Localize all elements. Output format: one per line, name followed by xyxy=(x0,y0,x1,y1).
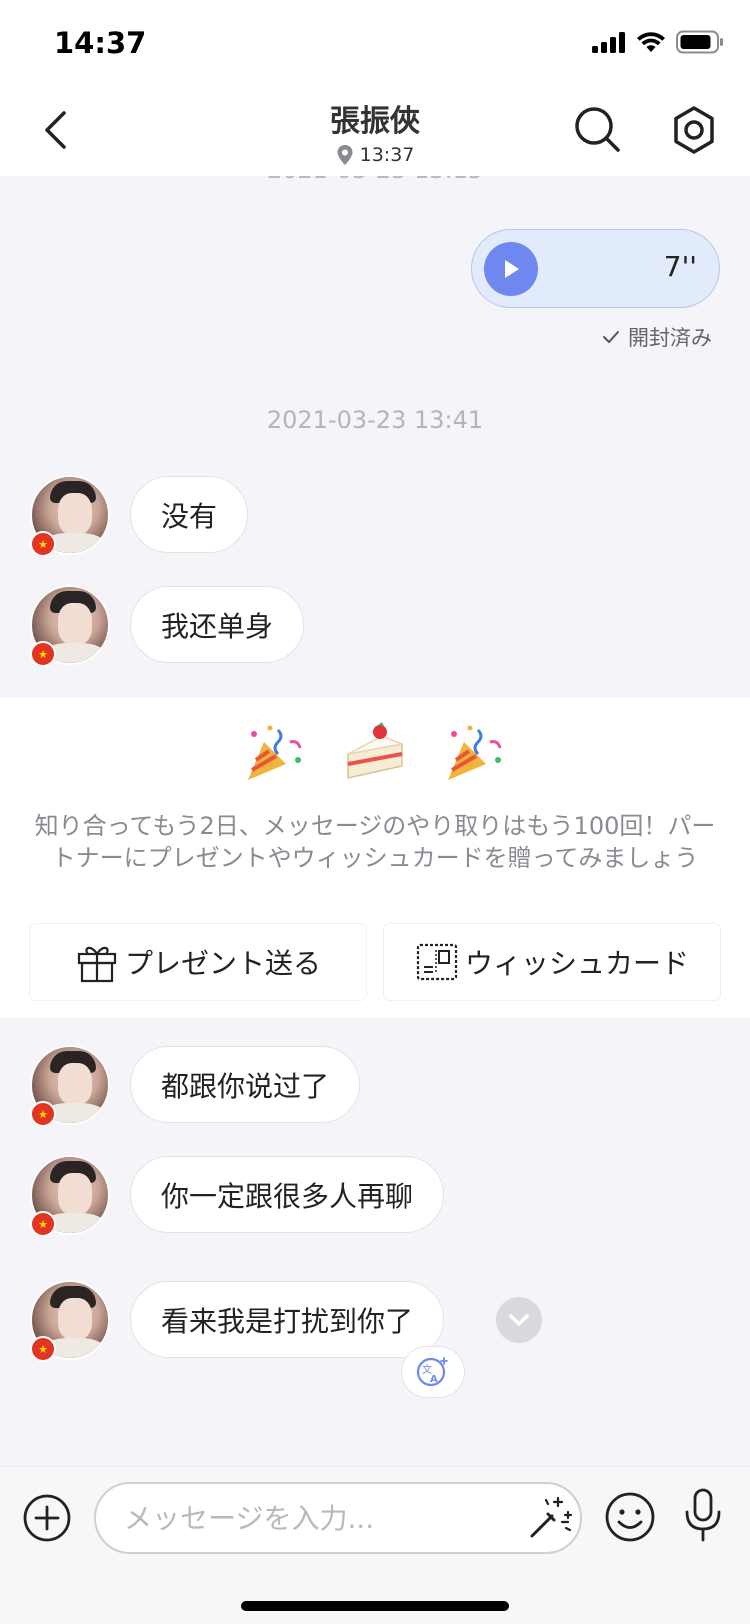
magic-wand-button[interactable] xyxy=(526,1494,574,1542)
translate-icon: 文 A xyxy=(416,1357,448,1387)
message-bubble[interactable]: 看来我是打扰到你了 xyxy=(130,1281,445,1358)
china-flag-icon: ★ xyxy=(30,531,56,557)
plus-circle-icon xyxy=(23,1494,71,1542)
voice-input-button[interactable] xyxy=(678,1487,728,1543)
celebration-message: 知り合ってもう2日、メッセージのやり取りはもう100回！パートナーにプレゼントや… xyxy=(34,812,716,872)
search-icon xyxy=(575,107,620,152)
message-input[interactable] xyxy=(124,1484,504,1552)
party-popper-icon xyxy=(248,725,302,780)
message-input-box[interactable] xyxy=(94,1482,582,1554)
wish-card-label: ウィッシュカード xyxy=(464,947,689,980)
chat-area[interactable]: 2021-03-23 13:15 7'' 開封済み 2021-03-23 13:… xyxy=(0,176,750,1466)
add-attachment-button[interactable] xyxy=(22,1493,72,1543)
message-bubble[interactable]: 没有 xyxy=(130,476,249,553)
home-indicator xyxy=(241,1601,509,1611)
local-time-text: 13:37 xyxy=(359,144,415,166)
status-icons xyxy=(592,30,724,54)
battery-icon xyxy=(676,30,723,54)
status-time: 14:37 xyxy=(54,26,147,60)
message-bubble[interactable]: 我还单身 xyxy=(130,586,305,663)
celebration-card: 知り合ってもう2日、メッセージのやり取りはもう100回！パートナーにプレゼントや… xyxy=(0,698,750,1018)
search-button[interactable] xyxy=(572,104,624,156)
nav-bar: 張振俠 13:37 xyxy=(0,88,750,176)
smiley-icon xyxy=(605,1492,655,1542)
status-bar: 14:37 xyxy=(0,0,750,88)
wifi-icon xyxy=(637,32,665,52)
chevron-down-icon xyxy=(509,1314,529,1326)
emoji-button[interactable] xyxy=(604,1491,656,1543)
send-gift-label: プレゼント送る xyxy=(124,947,321,980)
china-flag-icon: ★ xyxy=(30,1211,56,1237)
timestamp: 2021-03-23 13:41 xyxy=(266,406,484,434)
shortcake-icon xyxy=(347,722,405,779)
party-popper-icon xyxy=(448,725,502,780)
wish-card-button[interactable]: ウィッシュカード xyxy=(384,924,720,1000)
settings-button[interactable] xyxy=(668,102,720,158)
contact-name: 張振俠 xyxy=(330,104,420,139)
checkmark-icon xyxy=(603,331,619,343)
svg-text:A: A xyxy=(430,1374,438,1385)
gear-icon xyxy=(674,106,714,154)
china-flag-icon: ★ xyxy=(30,1101,56,1127)
contact-local-time: 13:37 xyxy=(0,144,750,166)
send-gift-button[interactable]: プレゼント送る xyxy=(30,924,366,1000)
play-button[interactable] xyxy=(484,242,538,296)
location-pin-icon xyxy=(337,145,353,165)
read-receipt: 開封済み xyxy=(602,322,712,352)
emoji-row xyxy=(0,720,750,786)
china-flag-icon: ★ xyxy=(30,1336,56,1362)
voice-message-bubble[interactable]: 7'' xyxy=(471,229,720,308)
read-status-text: 開封済み xyxy=(628,326,712,350)
play-icon xyxy=(505,260,519,278)
expand-button[interactable] xyxy=(496,1297,542,1343)
wish-card-icon xyxy=(416,943,458,981)
translate-button[interactable]: 文 A xyxy=(401,1346,465,1398)
timestamp-partial: 2021-03-23 13:15 xyxy=(0,176,750,184)
cellular-signal-icon xyxy=(592,32,625,53)
gift-icon xyxy=(77,946,117,983)
message-bubble[interactable]: 你一定跟很多人再聊 xyxy=(130,1156,445,1233)
voice-duration: 7'' xyxy=(663,250,697,283)
microphone-icon xyxy=(685,1488,721,1542)
message-input-bar xyxy=(0,1466,750,1624)
china-flag-icon: ★ xyxy=(30,641,56,667)
message-bubble[interactable]: 都跟你说过了 xyxy=(130,1046,361,1123)
magic-wand-icon xyxy=(530,1496,573,1538)
